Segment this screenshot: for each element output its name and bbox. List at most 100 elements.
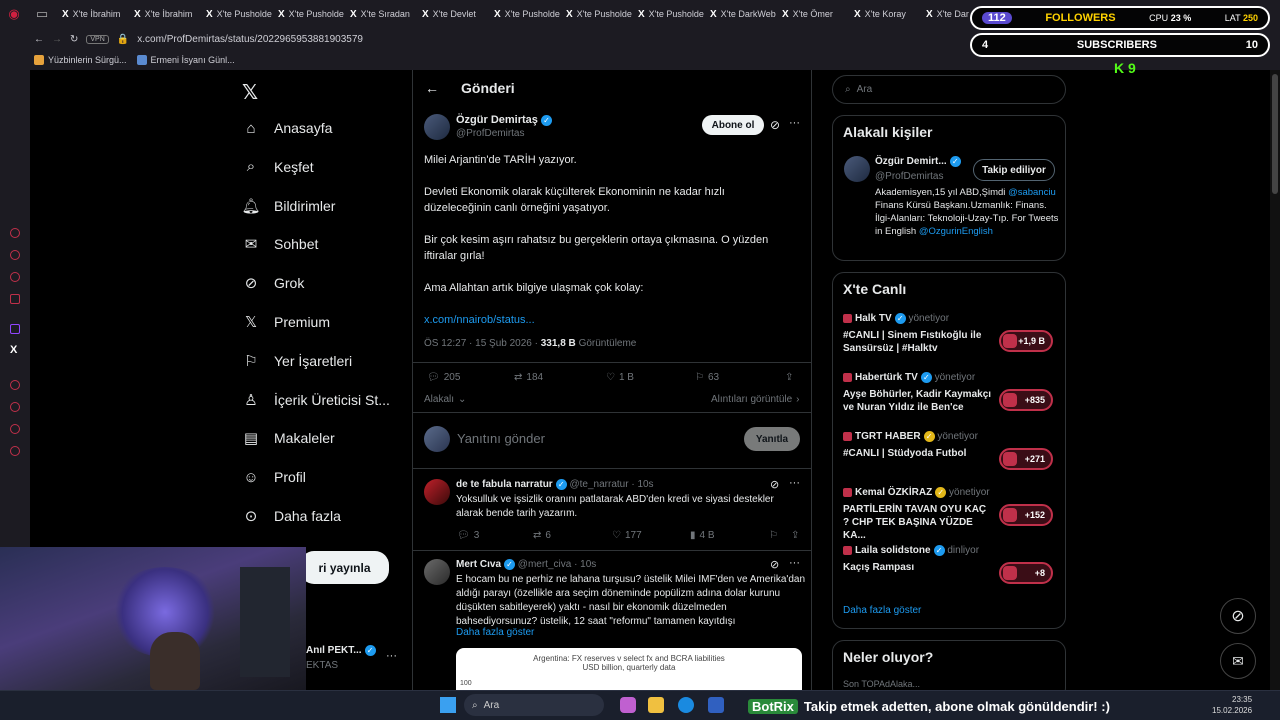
related-sort[interactable]: Alakalı ⌄ [424, 394, 466, 405]
forward-icon[interactable]: → [52, 34, 62, 45]
url-field[interactable]: x.com/ProfDemirtas/status/20229659538819… [137, 34, 363, 45]
back-icon[interactable]: ← [34, 34, 44, 45]
like-action[interactable]: ♡ 1 B [606, 372, 634, 383]
browser-tab[interactable]: X X'te İbrahim [56, 0, 128, 28]
scrollbar-thumb[interactable] [1272, 74, 1278, 194]
browser-logo-icon[interactable]: ◉ [0, 0, 28, 28]
author-avatar[interactable] [424, 114, 450, 140]
tab-overview-icon[interactable]: ▭ [28, 0, 56, 28]
account-name[interactable]: Anıl PEKT... ✓ [306, 645, 376, 656]
subscribe-button[interactable]: Abone ol [702, 115, 764, 135]
sidebar-app-icon[interactable] [10, 250, 20, 260]
mention-link[interactable]: @sabanciu [1008, 187, 1056, 198]
sidebar-app-icon[interactable] [10, 380, 20, 390]
sidebar-app-icon[interactable] [10, 228, 20, 238]
nav-item-6[interactable]: ⚐ Yer İşaretleri [242, 352, 352, 370]
reply-button[interactable]: Yanıtla [744, 427, 800, 451]
twitch-icon[interactable] [10, 324, 20, 334]
x-logo-icon[interactable]: 𝕏 [242, 80, 258, 105]
browser-tab[interactable]: X X'te Devlet [416, 0, 488, 28]
repost-action[interactable]: ⇄ 184 [514, 372, 543, 383]
live-listeners-badge[interactable]: +271 [999, 448, 1053, 470]
browser-tab[interactable]: X X'te Pusholder [200, 0, 272, 28]
sidebar-app-icon[interactable] [10, 272, 20, 282]
reply-action[interactable]: 💬︎ 3 [457, 530, 479, 541]
bookmark-item[interactable]: Ermeni İsyanı Günl... [136, 55, 235, 65]
post-link[interactable]: x.com/nnairob/status... [424, 312, 804, 328]
nav-item-10[interactable]: ⊙ Daha fazla [242, 507, 341, 525]
nav-item-1[interactable]: ⌕ Keşfet [242, 158, 314, 176]
trend-item[interactable]: Son TOPAdAlaka... [843, 679, 920, 689]
x-icon[interactable]: X [10, 344, 17, 356]
edge-icon[interactable] [678, 697, 694, 713]
show-more-link[interactable]: Daha fazla göster [456, 627, 534, 638]
grok-float-icon[interactable]: ⊘ [1220, 598, 1256, 634]
app-icon[interactable] [620, 697, 636, 713]
history-icon[interactable] [10, 402, 20, 412]
repost-action[interactable]: ⇄ 6 [533, 530, 551, 541]
settings-icon[interactable] [10, 446, 20, 456]
search-box[interactable]: ⌕ Ara [832, 75, 1066, 104]
post-button[interactable]: ri yayınla [300, 551, 389, 584]
share-icon[interactable]: ⇪ [785, 372, 793, 383]
reply-action[interactable]: 💬︎ 205 [427, 372, 460, 383]
like-action[interactable]: ♡ 177 [612, 530, 642, 541]
browser-tab[interactable]: X X'te Pusholder [632, 0, 704, 28]
messages-float-icon[interactable]: ✉ [1220, 643, 1256, 679]
live-listeners-badge[interactable]: +8 [999, 562, 1053, 584]
reply-avatar[interactable] [424, 559, 450, 585]
reply-avatar[interactable] [424, 479, 450, 505]
sidebar-app-icon[interactable] [10, 294, 20, 304]
page-scrollbar[interactable] [1270, 70, 1280, 690]
nav-item-7[interactable]: ♙ İçerik Üreticisi St... [242, 391, 390, 409]
mention-link[interactable]: @OzgurinEnglish [919, 226, 993, 237]
browser-tab[interactable]: X X'te Pusholder [272, 0, 344, 28]
views-action[interactable]: ▮ 4 B [690, 530, 715, 541]
vpn-badge[interactable]: VPN [86, 34, 109, 44]
nav-item-4[interactable]: ⊘ Grok [242, 274, 305, 292]
live-listeners-badge[interactable]: +152 [999, 504, 1053, 526]
bookmark-icon[interactable]: ⚐ [769, 530, 778, 541]
account-more-icon[interactable]: ··· [386, 650, 397, 662]
browser-tab[interactable]: X X'te Pusholder [488, 0, 560, 28]
browser-tab[interactable]: X X'te Ömer [776, 0, 848, 28]
browser-tab[interactable]: X X'te DarkWeb [704, 0, 776, 28]
browser-tab[interactable]: X X'te Sıradan [344, 0, 416, 28]
nav-item-2[interactable]: 🔔︎ Bildirimler [241, 197, 335, 215]
show-more-link[interactable]: Daha fazla göster [843, 605, 921, 616]
nav-item-3[interactable]: ✉ Sohbet [242, 235, 319, 253]
grok-icon[interactable]: ⊘ [770, 478, 779, 491]
taskbar-search[interactable]: ⌕ Ara [464, 694, 604, 716]
more-icon[interactable]: ··· [789, 557, 800, 569]
browser-tab[interactable]: X X'te Koray [848, 0, 920, 28]
chart-image[interactable]: Argentina: FX reserves v select fx and B… [456, 648, 802, 690]
search-input[interactable]: Ara [857, 84, 873, 95]
start-icon[interactable] [440, 697, 456, 713]
more-icon[interactable]: ··· [789, 477, 800, 489]
view-quotes-link[interactable]: Alıntıları görüntüle › [711, 394, 800, 405]
bookmark-action[interactable]: ⚐ 63 [695, 372, 719, 383]
nav-item-0[interactable]: ⌂ Anasayfa [242, 119, 332, 137]
nav-item-8[interactable]: ▤ Makaleler [242, 429, 335, 447]
author-handle[interactable]: @ProfDemirtas [456, 128, 525, 139]
share-icon[interactable]: ⇪ [791, 530, 799, 541]
grok-icon[interactable]: ⊘ [770, 118, 780, 132]
browser-tab[interactable]: X X'te Pusholder [560, 0, 632, 28]
grok-icon[interactable]: ⊘ [770, 558, 779, 571]
nav-item-9[interactable]: ☺ Profil [242, 468, 306, 486]
author-name[interactable]: Özgür Demirtaş ✓ [456, 114, 552, 126]
person-name[interactable]: Özgür Demirt... ✓ [875, 156, 961, 167]
person-avatar[interactable] [844, 156, 870, 182]
sidebar-app-icon[interactable] [10, 424, 20, 434]
folder-icon[interactable] [648, 697, 664, 713]
back-arrow-icon[interactable]: ← [425, 80, 439, 96]
bookmark-item[interactable]: Yüzbinlerin Sürgü... [34, 55, 127, 65]
live-listeners-badge[interactable]: +1,9 B [999, 330, 1053, 352]
reload-icon[interactable]: ↻ [70, 34, 78, 45]
following-button[interactable]: Takip ediliyor [973, 159, 1055, 181]
browser-tab[interactable]: X X'te İbrahim [128, 0, 200, 28]
store-icon[interactable] [708, 697, 724, 713]
live-listeners-badge[interactable]: +835 [999, 389, 1053, 411]
reply-input[interactable]: Yanıtını gönder [457, 431, 545, 446]
clock[interactable]: 23:35 15.02.2026 [1212, 694, 1252, 716]
